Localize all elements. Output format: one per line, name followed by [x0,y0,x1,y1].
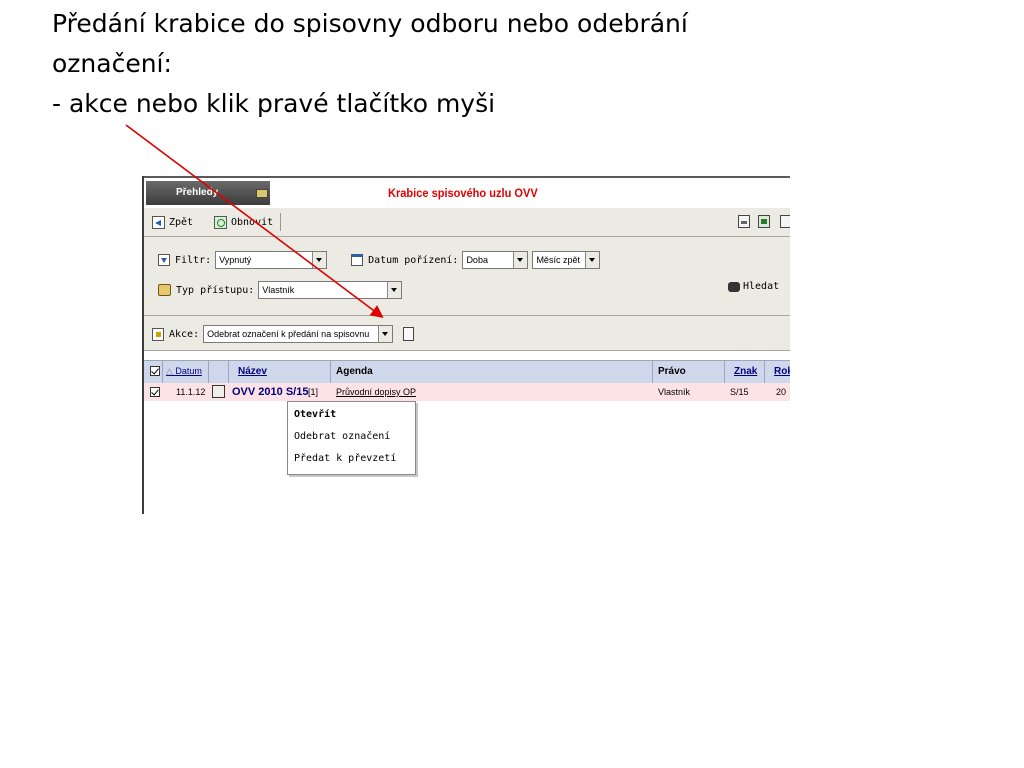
window-title: Krabice spisového uzlu OVV [388,186,538,200]
binoculars-icon [728,281,740,292]
access-select-value: Vlastník [262,285,295,295]
column-header-date-label: Datum [175,366,202,376]
refresh-icon [214,215,227,229]
execute-action-icon[interactable] [403,327,415,341]
date-select[interactable]: Doba [462,251,529,269]
column-separator [228,361,229,383]
sort-icon: △ [166,366,176,376]
chevron-down-icon[interactable] [378,326,393,342]
back-button[interactable]: Zpět [152,214,193,230]
column-separator [330,361,331,383]
help-icon[interactable] [780,215,790,228]
row-date: 11.1.12 [176,387,206,397]
filter-select[interactable]: Vypnutý [215,251,328,269]
action-select[interactable]: Odebrat označení k předání na spisovnu [203,325,394,343]
app-titlebar: Přehledy Krabice spisového uzlu OVV [144,176,790,208]
action-select-value: Odebrat označení k předání na spisovnu [207,329,370,339]
column-separator [764,361,765,383]
box-icon [212,385,225,398]
context-menu-open[interactable]: Otevřít [294,409,336,420]
column-header-agenda[interactable]: Agenda [336,366,373,377]
caption-line-2: označení: [52,49,172,78]
chevron-down-icon[interactable] [513,252,528,268]
filter-panel: Filtr: Vypnutý Datum pořízení: Doba Měsí… [144,237,790,316]
chevron-down-icon[interactable] [312,252,327,268]
column-header-name[interactable]: Název [238,366,267,377]
app-screenshot: Přehledy Krabice spisového uzlu OVV Zpět… [142,176,790,514]
row-mark: S/15 [730,387,749,397]
column-separator [162,361,163,383]
row-checkbox[interactable] [150,387,160,397]
row-right: Vlastník [658,387,691,397]
column-header-date[interactable]: △ Datum [166,366,202,377]
column-header-year[interactable]: Rok [774,366,790,377]
filter-label: Filtr: [175,254,212,266]
slide-caption: Předání krabice do spisovny odboru nebo … [52,4,812,124]
back-button-label: Zpět [169,216,194,228]
context-menu-hand-over[interactable]: Předat k převzetí [294,453,396,464]
period-select-value: Měsíc zpět [536,255,580,265]
back-arrow-icon [152,215,165,229]
chevron-down-icon[interactable] [387,282,402,298]
row-name-link[interactable]: OVV 2010 S/15 [232,386,308,398]
action-label: Akce: [169,328,200,340]
refresh-button-label: Obnovit [231,216,274,228]
toolbar-separator [280,213,281,231]
search-button-label: Hledat [743,281,780,292]
table-row[interactable]: 11.1.12 OVV 2010 S/15 [1] Průvodní dopis… [144,383,790,401]
row-count: [1] [308,387,319,397]
date-select-value: Doba [466,255,488,265]
period-select[interactable]: Měsíc zpět [532,251,601,269]
search-button[interactable]: Hledat [728,281,779,292]
filter-icon [158,254,170,266]
filter-select-value: Vypnutý [219,255,252,265]
toolbar: Zpět Obnovit [144,208,790,237]
select-all-checkbox[interactable] [150,366,160,376]
tab-prehledy-label: Přehledy [176,187,219,198]
row-year: 20 [776,387,787,397]
refresh-button[interactable]: Obnovit [214,214,273,230]
column-separator [724,361,725,383]
tab-prehledy[interactable]: Přehledy [146,181,270,205]
date-label: Datum pořízení: [368,254,459,266]
context-menu-remove-mark[interactable]: Odebrat označení [294,431,390,442]
print-icon[interactable] [738,215,750,228]
filter-row-1: Filtr: Vypnutý Datum pořízení: Doba Měsí… [158,250,601,270]
chevron-down-icon[interactable] [585,252,600,268]
column-separator [652,361,653,383]
column-header-mark[interactable]: Znak [734,366,757,377]
access-type-icon [158,284,171,296]
filter-row-2: Typ přístupu: Vlastník [158,280,403,300]
calendar-icon [351,254,364,266]
column-header-right[interactable]: Právo [658,366,686,377]
pin-icon[interactable] [256,189,268,198]
access-label: Typ přístupu: [176,284,255,296]
action-row: Akce: Odebrat označení k předání na spis… [152,324,415,344]
column-separator [208,361,209,383]
export-excel-icon[interactable] [758,215,770,228]
caption-line-3: - akce nebo klik pravé tlačítko myši [52,89,496,118]
action-bar: Akce: Odebrat označení k předání na spis… [144,316,790,351]
action-icon [152,327,164,341]
access-select[interactable]: Vlastník [258,281,403,299]
table-header: △ Datum Název Agenda Právo Znak Rok [144,360,790,384]
context-menu: Otevřít Odebrat označení Předat k převze… [287,401,416,475]
row-agenda: Průvodní dopisy OP [336,387,417,397]
caption-line-1: Předání krabice do spisovny odboru nebo … [52,9,688,38]
